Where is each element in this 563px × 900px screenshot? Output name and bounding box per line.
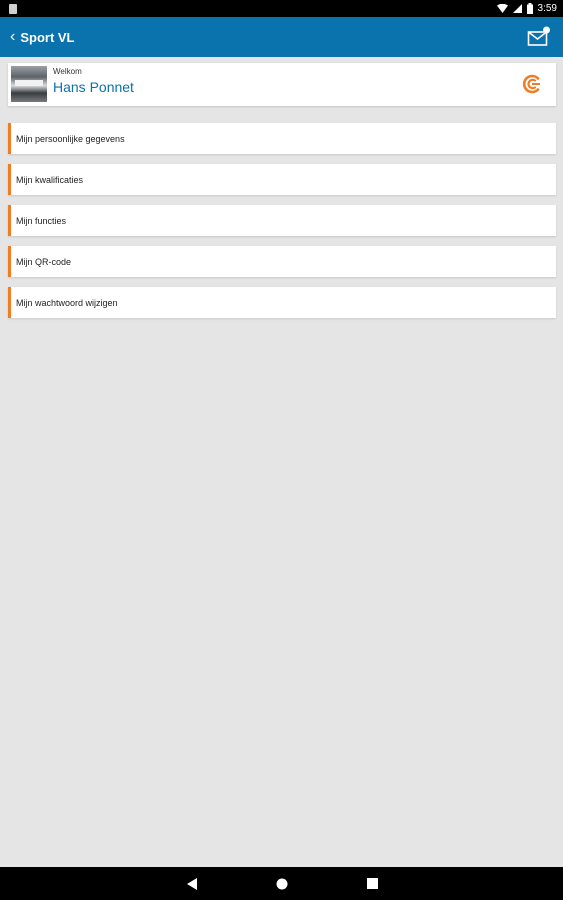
status-icons: 3:59: [496, 2, 557, 15]
nav-recents-button[interactable]: [352, 867, 392, 900]
wifi-icon: [496, 4, 508, 13]
menu-item-change-password[interactable]: Mijn wachtwoord wijzigen: [8, 287, 556, 318]
user-name: Hans Ponnet: [53, 79, 134, 95]
app-title: Sport VL: [20, 29, 75, 45]
profile-menu: Mijn persoonlijke gegevens Mijn kwalific…: [8, 123, 556, 328]
mail-button[interactable]: [527, 26, 551, 48]
brand-logo-icon: [522, 74, 542, 94]
system-nav-bar: [0, 867, 563, 900]
app-bar: ‹ Sport VL: [0, 17, 563, 57]
status-bar: 3:59: [0, 0, 563, 17]
chevron-left-icon: ‹: [10, 28, 16, 45]
mail-notification-icon: [527, 26, 550, 46]
welcome-card: Welkom Hans Ponnet: [8, 63, 556, 106]
notification-icon: [9, 4, 17, 14]
nav-home-icon: [276, 878, 288, 889]
menu-item-qr-code[interactable]: Mijn QR-code: [8, 246, 556, 277]
nav-back-button[interactable]: [172, 867, 212, 900]
nav-recents-icon: [366, 878, 378, 889]
signal-icon: [512, 4, 522, 13]
battery-icon: [526, 3, 533, 14]
menu-item-qualifications[interactable]: Mijn kwalificaties: [8, 164, 556, 195]
back-button[interactable]: ‹ Sport VL: [6, 22, 79, 52]
menu-item-personal-data[interactable]: Mijn persoonlijke gegevens: [8, 123, 556, 154]
status-time: 3:59: [537, 3, 557, 14]
menu-item-functions[interactable]: Mijn functies: [8, 205, 556, 236]
nav-home-button[interactable]: [262, 867, 302, 900]
welcome-label: Welkom: [53, 67, 82, 76]
nav-back-icon: [187, 877, 197, 890]
avatar: [11, 66, 47, 102]
